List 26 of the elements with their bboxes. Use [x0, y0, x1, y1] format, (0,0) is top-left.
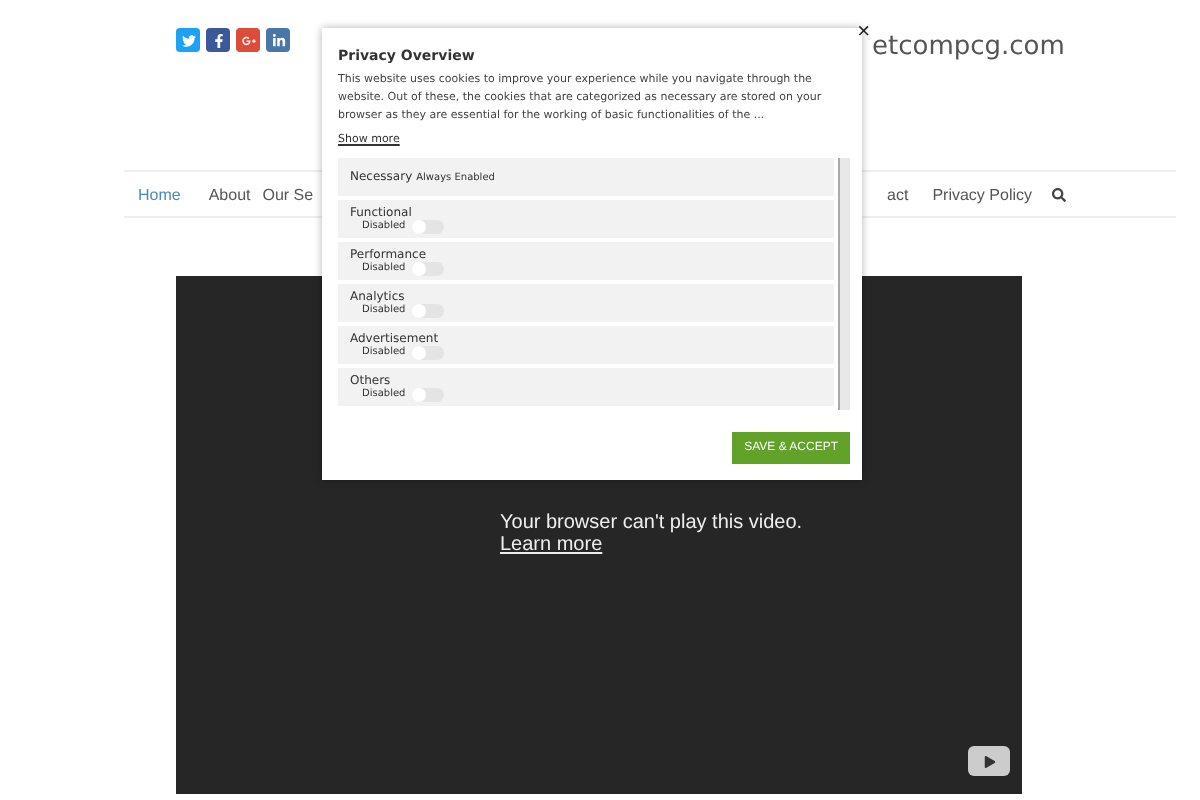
social-icon [241, 33, 255, 47]
social-button[interactable] [236, 28, 260, 52]
social-icon [181, 33, 195, 47]
social-icon [271, 33, 285, 47]
toggle-switch[interactable] [411, 261, 444, 275]
nav-link[interactable]: Our Se [262, 185, 314, 203]
close-button[interactable]: × [857, 22, 870, 44]
nav-link[interactable]: act [887, 185, 909, 203]
learn-more-link[interactable]: Learn more [500, 534, 803, 556]
search-icon[interactable] [1052, 187, 1066, 201]
nav-link[interactable]: About [208, 185, 251, 203]
social-button[interactable] [266, 28, 290, 52]
social-icon [211, 33, 225, 47]
toggle-switch[interactable] [411, 303, 444, 317]
social-button[interactable] [206, 28, 230, 52]
play-button[interactable] [968, 746, 1010, 776]
nav-link[interactable]: Home [138, 185, 181, 203]
play-icon [983, 755, 995, 767]
nav-link[interactable]: Privacy Policy [932, 185, 1032, 203]
toggle-switch[interactable] [411, 345, 444, 359]
toggle-switch[interactable] [411, 219, 444, 233]
site-name: etcompcg.com [872, 32, 1065, 62]
social-button[interactable] [176, 28, 200, 52]
scrollbar[interactable] [838, 158, 850, 410]
video-error-message: Your browser can't play this video. [500, 512, 803, 534]
toggle-switch[interactable] [411, 387, 444, 401]
